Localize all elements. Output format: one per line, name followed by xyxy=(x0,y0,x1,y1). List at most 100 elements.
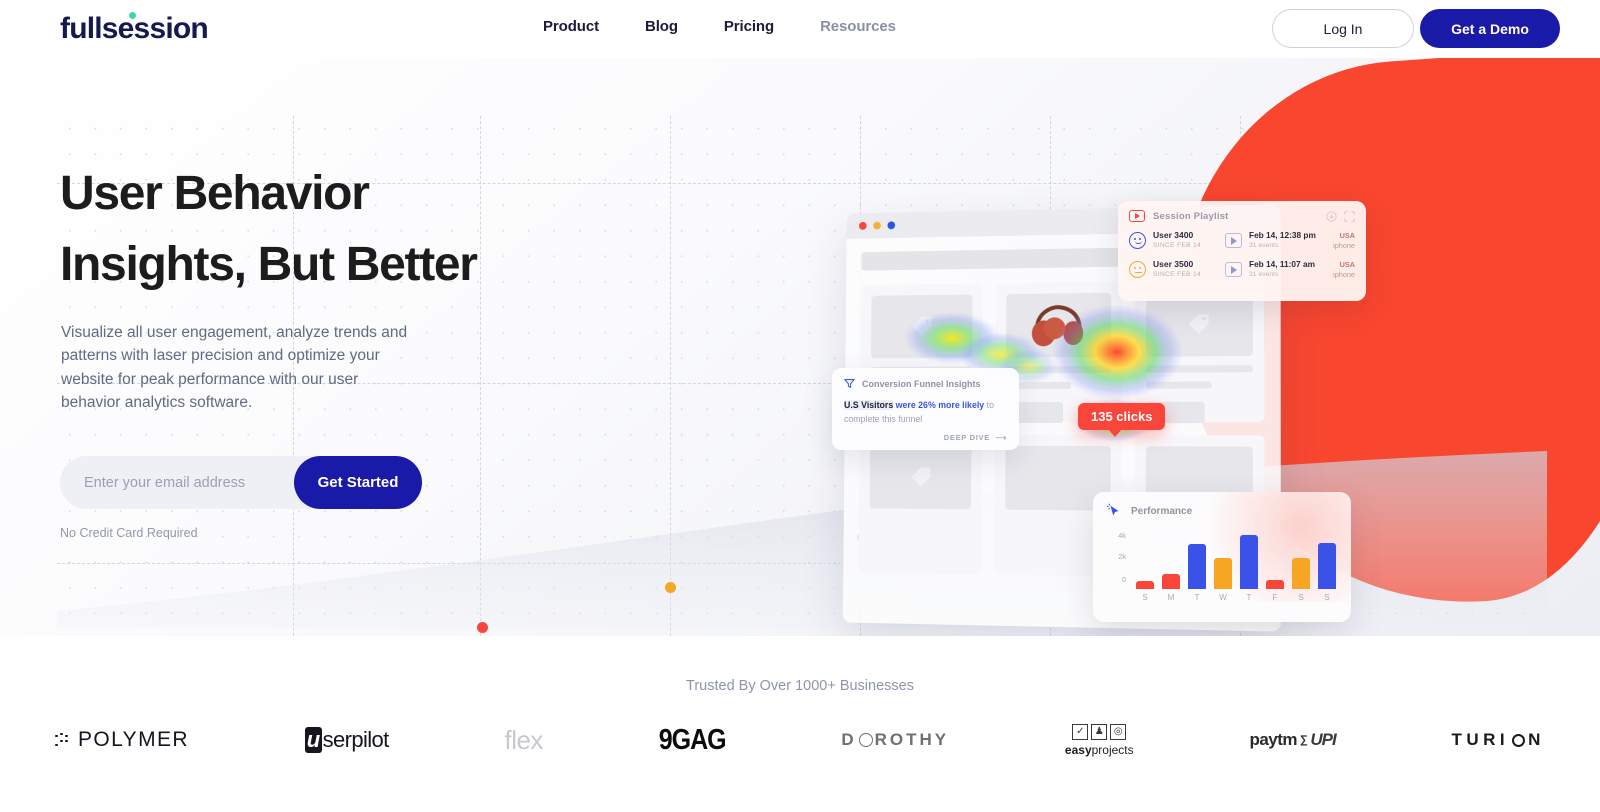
chart-x-labels: SMTWTFSS xyxy=(1136,593,1336,602)
funnel-highlight: U.S Visitors xyxy=(844,400,894,410)
get-started-button[interactable]: Get Started xyxy=(294,456,422,509)
y-tick-0: 0 xyxy=(1121,575,1126,584)
logo-easyprojects[interactable]: ✓ ♟ ◎ easyprojects xyxy=(1065,720,1134,760)
session-row[interactable]: User 3400 SINCE FEB 14 Feb 14, 12:38 pm … xyxy=(1129,230,1355,251)
chart-x-label: S xyxy=(1298,593,1304,602)
chart-bar-wrapper xyxy=(1136,531,1154,589)
logo-polymer[interactable]: POLYMER xyxy=(55,720,189,760)
easyprojects-label-a: easy xyxy=(1064,742,1092,757)
play-session-icon[interactable] xyxy=(1225,233,1242,248)
paytm-divider-icon: ∑ xyxy=(1300,734,1308,746)
video-play-icon xyxy=(1129,210,1145,222)
turion-label-a: TURI xyxy=(1451,730,1510,749)
email-input[interactable] xyxy=(84,462,294,503)
chart-bar xyxy=(1266,580,1284,589)
chart-x-label: S xyxy=(1142,593,1148,602)
userpilot-label: serpilot xyxy=(322,727,390,752)
download-icon[interactable] xyxy=(1326,210,1337,222)
logo-9gag[interactable]: 9GAG xyxy=(658,720,727,760)
trend-point-red xyxy=(477,622,488,633)
placeholder-heading-bar xyxy=(861,247,1157,271)
logo-turion[interactable]: TURI N xyxy=(1451,720,1544,760)
chart-x-label: S xyxy=(1324,593,1330,602)
performance-card-title: Performance xyxy=(1131,505,1193,517)
session-playlist-actions xyxy=(1326,210,1355,222)
page-title: User Behavior Insights, But Better xyxy=(60,158,478,300)
deep-dive-link[interactable]: DEEP DIVE ⟶ xyxy=(844,433,1007,442)
product-text-line xyxy=(1145,365,1253,373)
session-timestamp: Feb 14, 12:38 pm xyxy=(1249,230,1316,240)
session-playlist-header: Session Playlist xyxy=(1129,210,1355,222)
headphones-image xyxy=(1006,292,1111,358)
performance-card-header: Performance xyxy=(1106,503,1338,519)
session-playlist-title: Session Playlist xyxy=(1153,210,1229,222)
get-demo-button[interactable]: Get a Demo xyxy=(1420,9,1560,48)
chart-bar-wrapper xyxy=(1292,531,1310,589)
chart-bar-wrapper xyxy=(1240,531,1258,589)
tag-icon xyxy=(912,316,932,337)
signup-form: Get Started xyxy=(60,456,422,509)
session-user-name: User 3400 xyxy=(1153,230,1194,240)
neutral-face-icon xyxy=(1129,261,1146,278)
logo-flex[interactable]: flex xyxy=(504,720,543,760)
nav-item-product[interactable]: Product xyxy=(543,18,599,35)
headphones-icon xyxy=(1028,302,1089,347)
y-tick-4k: 4k xyxy=(1118,531,1126,540)
client-logos: POLYMER u serpilot flex 9GAG D ROTHY ✓ ♟… xyxy=(55,720,1545,760)
9gag-label: 9GAG xyxy=(658,723,727,756)
hero-subtext: Visualize all user engagement, analyze t… xyxy=(61,324,408,411)
polymer-label: POLYMER xyxy=(78,728,189,751)
session-events: 31 events xyxy=(1249,242,1279,249)
play-session-icon[interactable] xyxy=(1225,262,1242,277)
expand-icon[interactable] xyxy=(1344,210,1355,222)
main-navigation: Product Blog Pricing Resources xyxy=(543,18,896,35)
chart-bar-wrapper xyxy=(1266,531,1284,589)
session-device: iphone xyxy=(1333,240,1355,250)
chart-bar xyxy=(1292,558,1310,589)
paytm-label: paytm xyxy=(1249,730,1298,749)
session-playlist-card: Session Playlist User 3400 SINCE FEB 14 … xyxy=(1118,201,1366,301)
funnel-icon xyxy=(844,379,855,388)
logo-userpilot[interactable]: u serpilot xyxy=(304,720,390,760)
logo-paytm[interactable]: paytm ∑ UPI xyxy=(1249,720,1336,760)
product-card[interactable] xyxy=(1134,279,1265,424)
product-text-line xyxy=(1006,365,1111,374)
logo-dorothy[interactable]: D ROTHY xyxy=(841,720,949,760)
flex-label: flex xyxy=(504,724,543,755)
session-row[interactable]: User 3500 SINCE FEB 14 Feb 14, 11:07 am … xyxy=(1129,259,1355,280)
chart-bar xyxy=(1162,573,1180,589)
dorothy-globe-icon xyxy=(858,733,873,747)
deep-dive-label: DEEP DIVE xyxy=(943,433,990,442)
product-image-placeholder xyxy=(869,445,972,510)
session-user-name: User 3500 xyxy=(1153,259,1194,269)
conversion-funnel-card: Conversion Funnel Insights U.S Visitors … xyxy=(832,368,1019,450)
paytm-upi-label: UPI xyxy=(1310,730,1336,749)
arrow-right-icon: ⟶ xyxy=(992,433,1007,442)
chart-bars xyxy=(1136,531,1336,589)
landing-page: fullsession Product Blog Pricing Resourc… xyxy=(0,0,1600,812)
tag-icon xyxy=(1189,314,1209,334)
session-device: iphone xyxy=(1333,269,1355,279)
cursor-click-icon xyxy=(1106,503,1119,516)
chart-bar xyxy=(1214,558,1232,589)
no-credit-card-note: No Credit Card Required xyxy=(60,526,198,540)
clock-icon: ◎ xyxy=(1110,723,1127,740)
easyprojects-icons: ✓ ♟ ◎ xyxy=(1065,723,1134,740)
turion-ring-icon xyxy=(1512,733,1526,747)
funnel-stat: were 26% more likely xyxy=(893,400,985,410)
chart-x-label: T xyxy=(1246,593,1252,602)
product-text-line xyxy=(1145,381,1212,389)
session-user-since: SINCE FEB 14 xyxy=(1153,271,1202,278)
login-button[interactable]: Log In xyxy=(1272,9,1414,48)
nav-item-pricing[interactable]: Pricing xyxy=(724,18,774,35)
chart-bar xyxy=(1318,543,1336,589)
traffic-light-red-icon xyxy=(858,221,867,230)
performance-bar-chart: 4k 2k 0 S M T W T F S S xyxy=(1106,531,1338,609)
nav-item-blog[interactable]: Blog xyxy=(645,18,678,35)
product-card[interactable] xyxy=(858,434,983,575)
traffic-light-blue-icon xyxy=(887,221,896,230)
chart-x-label: F xyxy=(1272,593,1278,602)
session-country: USA xyxy=(1339,230,1355,240)
funnel-card-header: Conversion Funnel Insights xyxy=(844,378,1007,389)
nav-item-resources[interactable]: Resources xyxy=(820,18,896,35)
